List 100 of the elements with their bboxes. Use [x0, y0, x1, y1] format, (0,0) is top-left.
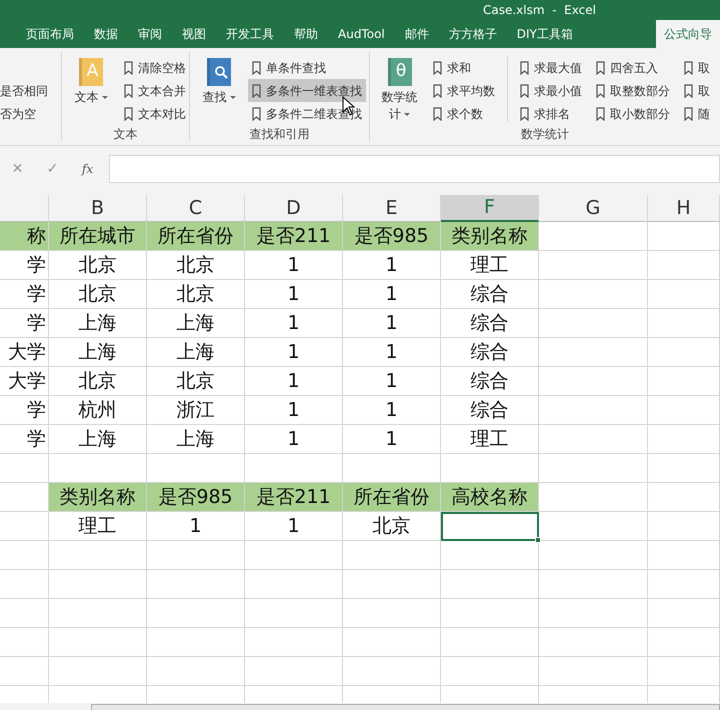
table-cell: 北京 [49, 280, 147, 309]
ribbon-item[interactable]: 取小数部分 [592, 102, 674, 125]
bookmark-icon [124, 60, 133, 74]
column-header[interactable]: B [49, 195, 147, 222]
table-cell: 1 [245, 425, 343, 454]
table-cell [648, 454, 720, 483]
ribbon-item[interactable]: 取整数部分 [592, 79, 674, 102]
table-cell [0, 628, 49, 657]
table-cell [648, 309, 720, 338]
ribbon-item[interactable]: 随 [680, 102, 714, 125]
ribbon-button[interactable]: θ 数学统计 [376, 56, 424, 126]
table-cell: 1 [245, 512, 343, 541]
ribbon-tab[interactable]: 邮件 [394, 20, 439, 48]
ribbon-tab[interactable]: 审阅 [128, 20, 172, 48]
ribbon-button[interactable]: A 文本 [68, 56, 114, 126]
table-cell: 杭州 [49, 396, 147, 425]
ribbon-item[interactable]: 求最小值 [516, 79, 586, 102]
ribbon-tab[interactable]: 视图 [172, 20, 216, 48]
column-header[interactable]: G [539, 195, 648, 222]
ribbon-item[interactable]: 求平均数 [429, 79, 500, 102]
ribbon-button[interactable]: 查找 [196, 56, 242, 126]
table-cell [0, 512, 49, 541]
ribbon-item[interactable]: 取 [680, 79, 714, 102]
column-header[interactable]: H [648, 195, 720, 222]
ribbon-item[interactable]: 四舍五入 [592, 56, 674, 79]
bookmark-icon [520, 60, 529, 74]
ribbon-item[interactable]: 文本对比 [120, 102, 190, 125]
ribbon-item[interactable]: 多条件一维表查找 [248, 79, 366, 102]
table-cell: 北京 [147, 280, 245, 309]
ribbon-item[interactable]: 求最大值 [516, 56, 586, 79]
ribbon-item[interactable]: 清除空格 [120, 56, 190, 79]
bookmark-icon [252, 60, 261, 74]
table-cell: 学 [0, 396, 49, 425]
table-cell: 北京 [49, 367, 147, 396]
table-cell: 类别名称 [441, 222, 539, 251]
book-icon: A [79, 58, 103, 86]
table-cell: 学 [0, 309, 49, 338]
table-cell [648, 222, 720, 251]
table-cell [0, 570, 49, 599]
ribbon-tab[interactable]: 页面布局 [16, 20, 84, 48]
table-cell [648, 512, 720, 541]
ribbon-tab[interactable]: 数据 [84, 20, 128, 48]
table-cell: 1 [343, 338, 441, 367]
table-cell: 上海 [49, 309, 147, 338]
ribbon-item[interactable]: 求排名 [516, 102, 586, 125]
column-header[interactable] [0, 195, 49, 222]
function-button[interactable]: fx [70, 160, 105, 178]
table-cell [648, 280, 720, 309]
bookmark-icon [596, 60, 605, 74]
ribbon-tab[interactable]: DIY工具箱 [506, 20, 583, 48]
column-header[interactable]: C [147, 195, 245, 222]
ribbon-tab[interactable]: 帮助 [284, 20, 328, 48]
column-header[interactable]: D [245, 195, 343, 222]
bookmark-icon [596, 84, 605, 98]
ribbon-item[interactable]: 否为空 [0, 102, 52, 125]
table-cell: 理工 [441, 251, 539, 280]
table-cell: 上海 [49, 338, 147, 367]
ribbon-item[interactable]: 文本合并 [120, 79, 190, 102]
table-cell [648, 541, 720, 570]
table-cell: 上海 [147, 309, 245, 338]
ribbon-item[interactable]: 求和 [429, 56, 500, 79]
table-cell [648, 396, 720, 425]
bookmark-icon [684, 84, 693, 98]
table-cell: 是否985 [147, 483, 245, 512]
bookmark-icon [252, 84, 261, 98]
table-cell: 1 [343, 309, 441, 338]
table-cell: 综合 [441, 309, 539, 338]
search-icon [207, 58, 231, 86]
table-cell: 理工 [441, 425, 539, 454]
bookmark-icon [520, 106, 529, 120]
table-cell: 高校名称 [441, 483, 539, 512]
fill-handle[interactable] [535, 537, 541, 543]
ribbon-item[interactable]: 取 [680, 56, 714, 79]
ribbon-tab[interactable]: 公式向导 [656, 20, 720, 48]
ribbon-tab[interactable]: 方方格子 [438, 20, 507, 48]
ribbon-tab[interactable]: 开发工具 [216, 20, 284, 48]
book-icon: θ [388, 58, 412, 86]
column-header[interactable]: F [441, 195, 539, 222]
ribbon-tab[interactable]: AudTool [328, 20, 395, 48]
table-cell: 所在省份 [343, 483, 441, 512]
bookmark-icon [433, 84, 442, 98]
group-label: 查找和引用 [248, 126, 310, 142]
selected-cell[interactable] [441, 512, 539, 541]
table-cell: 大学 [0, 367, 49, 396]
bookmark-icon [124, 106, 133, 120]
ribbon-item[interactable]: 是否相同 [0, 79, 52, 102]
window-title: Case.xlsm - Excel [483, 2, 596, 19]
formula-input[interactable] [109, 155, 720, 183]
ribbon-item[interactable]: 单条件查找 [248, 56, 366, 79]
table-cell: 1 [245, 367, 343, 396]
scroll-bar[interactable] [91, 704, 720, 710]
table-cell: 北京 [343, 512, 441, 541]
bookmark-icon [252, 106, 261, 120]
column-header[interactable]: E [343, 195, 441, 222]
ribbon-item[interactable]: 求个数 [429, 102, 500, 125]
table-cell: 理工 [49, 512, 147, 541]
table-cell: 称 [0, 222, 49, 251]
table-cell [648, 483, 720, 512]
table-cell: 1 [343, 367, 441, 396]
table-cell: 所在省份 [147, 222, 245, 251]
